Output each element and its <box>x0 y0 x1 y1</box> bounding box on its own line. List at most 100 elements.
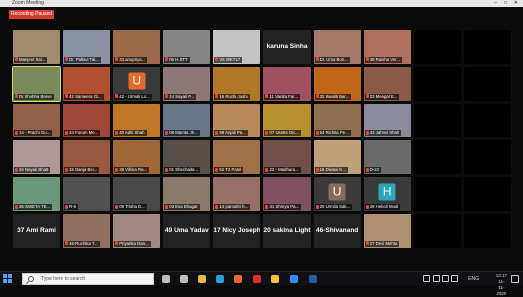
participant-tile[interactable]: 14 Sayali P... <box>163 66 211 101</box>
participant-name: 54 Richita Pe... <box>319 130 349 136</box>
participant-name: 22 - Madhura... <box>269 167 299 173</box>
participant-tile[interactable] <box>413 30 461 64</box>
participant-tile[interactable]: Manjeet Sal... <box>13 30 61 64</box>
participant-tile[interactable]: 48 Raisha Ver... <box>363 30 411 64</box>
battery-icon[interactable] <box>442 275 449 282</box>
participant-tile[interactable]: 42 Sameera Gi... <box>63 66 111 101</box>
zoom-icon[interactable] <box>290 275 298 283</box>
participant-tile[interactable]: 08 Mamta Jh... <box>163 103 211 138</box>
participant-tile[interactable]: 43 Jahnvi Shah <box>363 103 411 138</box>
participant-tile[interactable]: U 42 - Urmali Lo... <box>113 66 161 101</box>
participant-video <box>413 103 461 138</box>
participant-tile[interactable]: V5 WKT17 <box>213 30 261 64</box>
participant-tile[interactable]: Dr. Uma Bori... <box>313 30 361 64</box>
participant-tile[interactable]: 45-Ruchika T... <box>63 214 111 248</box>
participant-tile[interactable]: 14 parnathi h... <box>213 177 261 212</box>
mic-muted-icon <box>165 204 169 209</box>
participant-tile[interactable]: 22 - Madhura... <box>263 140 311 175</box>
minimize-icon[interactable]: – <box>494 0 497 7</box>
participant-tile[interactable]: 37 Ami Rami <box>13 214 61 248</box>
mic-muted-icon <box>65 57 69 62</box>
participant-tile[interactable]: 35-SWETA TE... <box>13 177 61 212</box>
participant-tile[interactable]: D-22 <box>363 140 411 175</box>
participant-tile[interactable]: 52 T2 Patel <box>213 140 261 175</box>
participant-name-label: 52 T2 Patel <box>214 167 244 174</box>
participant-tile[interactable] <box>413 66 461 101</box>
participant-name-label: 01 Shechaita... <box>164 167 200 174</box>
participant-name: R-6 <box>69 204 77 210</box>
participant-tile[interactable]: 03 Eva Bhagat <box>163 177 211 212</box>
edge-icon[interactable] <box>216 275 224 283</box>
participant-tile[interactable]: 38 Vihika Ra... <box>113 140 161 175</box>
word-icon[interactable] <box>309 275 317 283</box>
participant-tile[interactable]: 11 Vanita Far... <box>263 66 311 101</box>
participant-tile[interactable] <box>463 140 511 175</box>
participant-tile[interactable] <box>413 214 461 248</box>
participant-tile[interactable]: 40 Aditi Shah <box>113 103 161 138</box>
participant-tile[interactable] <box>463 30 511 64</box>
participant-tile[interactable]: 18 Diwaxi K... <box>313 140 361 175</box>
participant-tile[interactable]: 23 Meegal E... <box>363 66 411 101</box>
participant-tile[interactable]: Priyanka Dan... <box>113 214 161 248</box>
participant-tile[interactable]: 46-Shivanand <box>313 214 361 248</box>
network-icon[interactable] <box>433 275 440 282</box>
participant-tile[interactable]: 07 Usette Dic... <box>263 103 311 138</box>
participant-tile[interactable]: 01 Shechaita... <box>163 140 211 175</box>
file-explorer-icon[interactable] <box>198 275 206 283</box>
participant-name: 35-SWETA TE... <box>19 204 51 210</box>
participant-tile[interactable] <box>413 177 461 212</box>
participant-tile[interactable] <box>463 66 511 101</box>
participant-tile[interactable] <box>463 214 511 248</box>
participant-tile[interactable]: 49 Uma Yadav <box>163 214 211 248</box>
participant-tile[interactable]: 16 Ruchi Joshi <box>213 66 261 101</box>
maximize-icon[interactable]: □ <box>504 0 507 7</box>
clock[interactable]: 13:17 11-11-2020 <box>496 273 507 297</box>
close-icon[interactable]: ✕ <box>514 0 518 7</box>
mic-muted-icon <box>15 167 18 172</box>
participant-name: 33.anupriya... <box>119 56 146 62</box>
participant-tile[interactable]: Dr.Shobha Barve <box>11 65 62 102</box>
volume-icon[interactable] <box>451 275 458 282</box>
participant-tile[interactable]: 32 Swaliti Bar... <box>313 66 361 101</box>
participant-display-name: 37 Ami Rami <box>17 227 56 234</box>
participant-tile[interactable]: 15 Danja Bei... <box>63 140 111 175</box>
participant-tile[interactable]: 27 Devi Mehta <box>363 214 411 248</box>
opera-icon[interactable] <box>253 275 261 283</box>
participant-tile[interactable]: U 20 Urmila Sak... <box>313 177 361 212</box>
language-indicator[interactable]: ENG <box>468 276 479 282</box>
participant-tile[interactable]: 54 Richita Pe... <box>313 103 361 138</box>
participant-tile[interactable] <box>463 177 511 212</box>
participant-tile[interactable] <box>413 103 461 138</box>
participant-tile[interactable]: Dr. Pallavi Tal... <box>63 30 111 64</box>
participant-tile[interactable]: 49 Anjali Pa... <box>213 103 261 138</box>
participant-tile[interactable]: 31 Shreya Pa... <box>263 177 311 212</box>
participant-tile[interactable]: R-6 <box>63 177 111 212</box>
participant-tile[interactable] <box>463 103 511 138</box>
participant-name: 34 Nayak Bhatt <box>19 167 49 173</box>
participant-tile[interactable]: 09 Trisha D... <box>113 177 161 212</box>
participant-tile[interactable]: 14 - Prachi Gu... <box>13 103 61 138</box>
recording-status-badge[interactable]: Recording Paused <box>9 10 54 19</box>
participant-tile[interactable]: 33.anupriya... <box>113 30 161 64</box>
cortana-icon[interactable] <box>162 275 170 283</box>
taskbar-search-input[interactable]: Type here to search <box>22 273 154 285</box>
mic-muted-icon <box>65 204 69 209</box>
windows-start-icon[interactable] <box>3 274 13 284</box>
chevron-up-icon[interactable] <box>423 275 430 282</box>
firefox-icon[interactable] <box>234 275 242 283</box>
participant-tile[interactable]: H 28 Heboli Modi <box>363 177 411 212</box>
participant-tile[interactable]: 20 sakina Light... <box>263 214 311 248</box>
participant-tile[interactable]: karuna Sinha <box>263 30 311 64</box>
chrome-icon[interactable] <box>271 275 279 283</box>
participant-tile[interactable]: 17 Nicy Joseph <box>213 214 261 248</box>
participant-tile[interactable]: 34 Nayak Bhatt <box>13 140 61 175</box>
participant-tile[interactable] <box>413 140 461 175</box>
participant-name-label: 14 parnathi h... <box>214 204 251 211</box>
participant-name: 32 Swaliti Bar... <box>319 93 350 99</box>
participant-name-label: 14 - Prachi Gu... <box>14 130 53 137</box>
participant-name-label: 42 - Urmali Lo... <box>114 93 152 100</box>
participant-tile[interactable]: 24 Forum Me... <box>63 103 111 138</box>
task-view-icon[interactable] <box>180 275 188 283</box>
participant-tile[interactable]: 06 H.STT <box>163 30 211 64</box>
notification-icon[interactable] <box>511 275 519 283</box>
